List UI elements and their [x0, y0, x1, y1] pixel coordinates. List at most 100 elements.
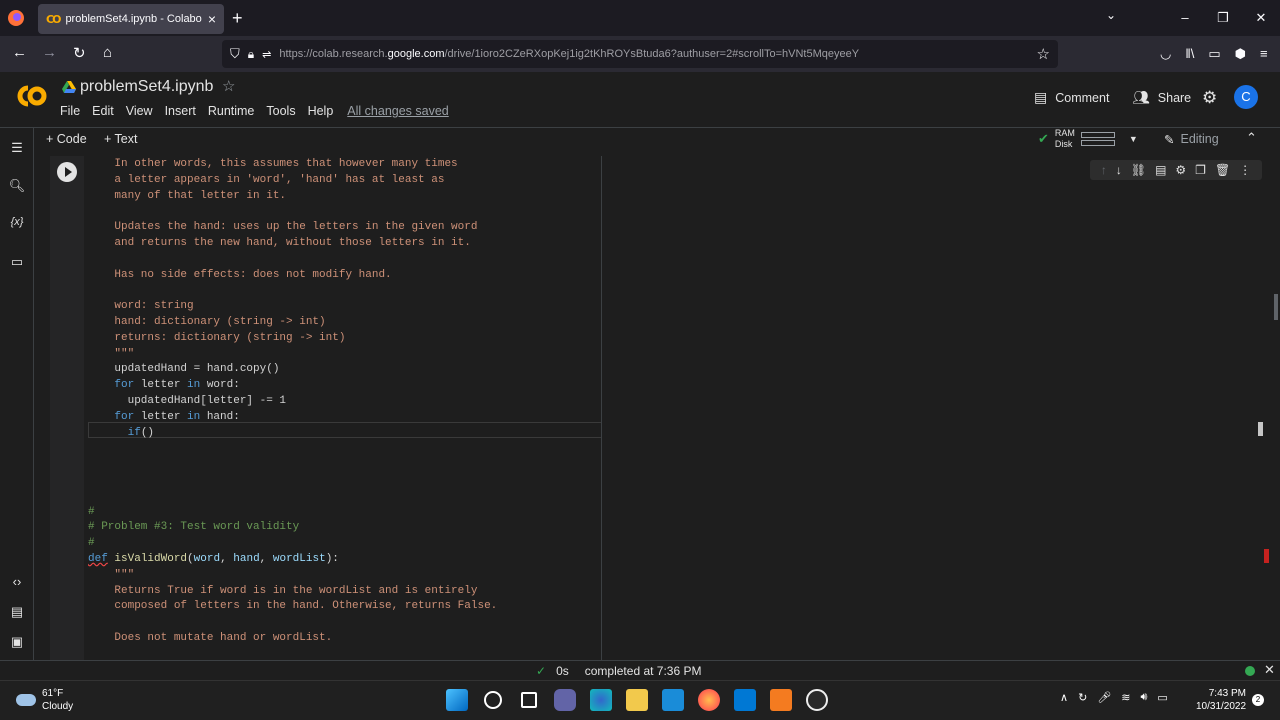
collapse-header-icon[interactable]: ⌃	[1246, 130, 1257, 146]
code-line[interactable]: def isValidWord(word, hand, wordList):	[88, 551, 339, 567]
code-line[interactable]: a letter appears in 'word', 'hand' has a…	[88, 172, 444, 188]
comment-button[interactable]: ▤ Comment	[1034, 89, 1109, 106]
close-status-icon[interactable]: ✕	[1264, 662, 1275, 678]
firefox-icon[interactable]	[6, 8, 26, 28]
cell-settings-icon[interactable]: ⚙	[1175, 163, 1186, 177]
code-line[interactable]: """	[88, 346, 134, 362]
code-line[interactable]: #	[88, 504, 95, 520]
edge-icon[interactable]	[590, 689, 612, 711]
volume-icon[interactable]: 🔊︎	[1140, 691, 1147, 704]
wifi-icon[interactable]: ≋	[1121, 691, 1130, 704]
delete-icon[interactable]: 🗑︎	[1215, 163, 1230, 177]
code-line[interactable]: composed of letters in the hand. Otherwi…	[88, 598, 497, 614]
code-line[interactable]: updatedHand = hand.copy()	[88, 361, 279, 377]
save-status[interactable]: All changes saved	[347, 104, 448, 118]
pocket-icon[interactable]: ◡	[1160, 46, 1171, 62]
calendar-icon[interactable]	[734, 689, 756, 711]
bookmark-star-icon[interactable]: ☆	[1037, 45, 1050, 63]
code-line[interactable]: updatedHand[letter] -= 1	[88, 393, 286, 409]
code-line[interactable]: hand: dictionary (string -> int)	[88, 314, 325, 330]
sync-icon[interactable]: ↻	[1078, 691, 1087, 704]
notebook-title[interactable]: problemSet4.ipynb	[80, 78, 213, 96]
status-message[interactable]: completed at 7:36 PM	[585, 664, 702, 678]
code-line[interactable]: Updates the hand: uses up the letters in…	[88, 219, 477, 235]
menu-tools[interactable]: Tools	[266, 104, 295, 118]
editing-mode[interactable]: ✎ Editing	[1164, 132, 1219, 147]
minimize-icon[interactable]: –	[1166, 0, 1204, 36]
code-line[interactable]: Has no side effects: does not modify han…	[88, 267, 391, 283]
code-snippets-icon[interactable]: ‹›	[8, 574, 26, 592]
menu-view[interactable]: View	[126, 104, 153, 118]
library-icon[interactable]: ‖\	[1185, 46, 1194, 62]
star-notebook-icon[interactable]: ☆	[222, 77, 235, 95]
code-line[interactable]: Does not mutate hand or wordList.	[88, 630, 332, 646]
browser-tab-active[interactable]: CO problemSet4.ipynb - Colaboratory ×	[38, 4, 224, 34]
tray-overflow-icon[interactable]: ∧	[1060, 691, 1068, 704]
settings-gear-icon[interactable]: ⚙	[1202, 88, 1217, 108]
battery-icon[interactable]: ▭	[1157, 691, 1167, 704]
add-text-button[interactable]: + Text	[104, 132, 137, 146]
link-icon[interactable]: ⛓	[1131, 163, 1146, 177]
search-icon[interactable]: 🔍︎	[8, 178, 26, 196]
close-window-icon[interactable]: ✕	[1242, 0, 1280, 36]
run-cell-button[interactable]	[57, 162, 77, 182]
code-line[interactable]: for letter in hand:	[88, 409, 239, 425]
menu-edit[interactable]: Edit	[92, 104, 114, 118]
move-cell-up-icon[interactable]: ↑	[1101, 163, 1107, 177]
code-editor[interactable]: In other words, this assumes that howeve…	[84, 156, 602, 660]
code-line[interactable]: if()	[88, 425, 154, 441]
code-line[interactable]: In other words, this assumes that howeve…	[88, 156, 457, 172]
menu-file[interactable]: File	[60, 104, 80, 118]
menu-help[interactable]: Help	[308, 104, 334, 118]
colab-logo-icon[interactable]	[12, 84, 48, 108]
url-text[interactable]: https://colab.research.google.com/drive/…	[279, 48, 859, 60]
menu-runtime[interactable]: Runtime	[208, 104, 255, 118]
files-folder-icon[interactable]: ▭	[8, 254, 26, 272]
hamburger-menu-icon[interactable]: ≡	[1260, 46, 1268, 62]
file-explorer-icon[interactable]	[626, 689, 648, 711]
extensions-icon[interactable]: ⬢	[1235, 46, 1246, 62]
code-line[interactable]: #	[88, 535, 95, 551]
notification-badge[interactable]: 2	[1252, 694, 1264, 706]
runtime-status-dot[interactable]	[1245, 666, 1255, 676]
move-cell-down-icon[interactable]: ↓	[1116, 163, 1122, 177]
resources-indicator[interactable]: ✔ RAM Disk ▼	[1038, 128, 1138, 150]
restore-icon[interactable]: ❐	[1204, 0, 1242, 36]
microphone-icon[interactable]: 🎤︎	[1097, 691, 1111, 704]
code-line[interactable]: word: string	[88, 298, 193, 314]
url-bar[interactable]: ⛉ 🔒︎ ⇌ https://colab.research.google.com…	[222, 40, 1058, 68]
code-line[interactable]: returns: dictionary (string -> int)	[88, 330, 345, 346]
sidebar-icon[interactable]: ▭	[1208, 46, 1220, 62]
lock-icon[interactable]: 🔒︎	[248, 47, 254, 62]
forward-icon[interactable]: →	[42, 44, 57, 61]
table-of-contents-icon[interactable]: ☰	[8, 140, 26, 158]
permissions-icon[interactable]: ⇌	[262, 48, 271, 61]
code-line[interactable]: # Problem #3: Test word validity	[88, 519, 299, 535]
menu-insert[interactable]: Insert	[165, 104, 196, 118]
sublime-text-icon[interactable]	[770, 689, 792, 711]
reload-icon[interactable]: ↻	[73, 44, 86, 62]
caret-down-icon[interactable]: ▼	[1129, 134, 1138, 144]
code-line[interactable]: and returns the new hand, without those …	[88, 235, 470, 251]
back-icon[interactable]: ←	[12, 44, 27, 61]
github-desktop-icon[interactable]	[806, 689, 828, 711]
taskbar-search-icon[interactable]	[484, 691, 502, 709]
comment-cell-icon[interactable]: ▤	[1155, 163, 1166, 177]
add-code-button[interactable]: + Code	[46, 132, 87, 146]
chat-icon[interactable]	[554, 689, 576, 711]
page-scrollbar[interactable]	[1274, 294, 1278, 320]
new-tab-icon[interactable]: +	[232, 8, 243, 29]
code-line[interactable]: for letter in word:	[88, 377, 239, 393]
mail-icon[interactable]	[662, 689, 684, 711]
avatar[interactable]: C	[1234, 85, 1258, 109]
close-tab-icon[interactable]: ×	[208, 11, 216, 27]
clock[interactable]: 7:43 PM 10/31/2022	[1196, 687, 1246, 713]
more-vert-icon[interactable]: ⋮	[1239, 163, 1251, 177]
drive-icon[interactable]	[62, 81, 76, 93]
variables-icon[interactable]: {x}	[8, 216, 26, 234]
code-line[interactable]: """	[88, 567, 134, 583]
code-cell[interactable]: In other words, this assumes that howeve…	[50, 156, 1280, 660]
weather-widget[interactable]: 61°F Cloudy	[16, 687, 73, 713]
mirror-cell-icon[interactable]: ❐	[1195, 163, 1206, 177]
home-icon[interactable]: ⌂	[103, 44, 112, 61]
